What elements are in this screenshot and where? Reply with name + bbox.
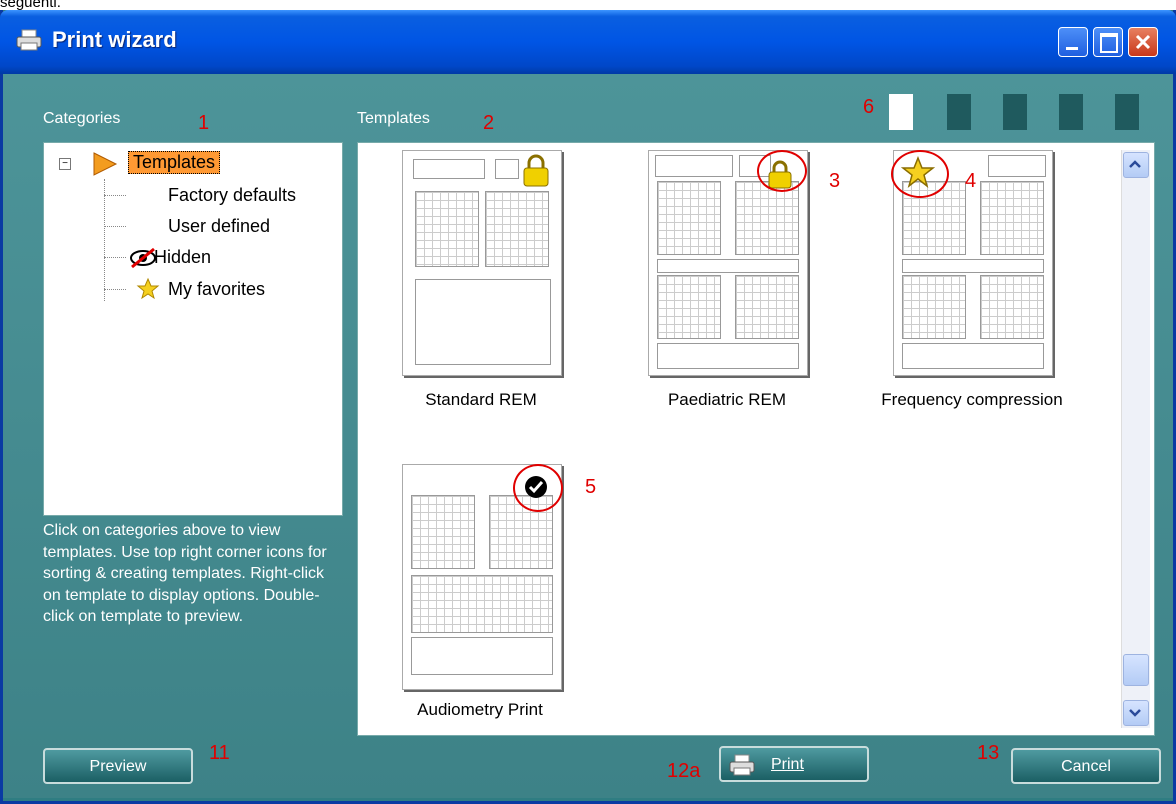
help-text: Click on categories above to view templa… bbox=[43, 522, 327, 625]
close-button[interactable] bbox=[1128, 27, 1158, 57]
thumb-graph bbox=[980, 181, 1044, 255]
annotation-circle-5 bbox=[513, 464, 563, 512]
cancel-button[interactable]: Cancel bbox=[1011, 748, 1161, 784]
tree-item-hidden[interactable]: Hidden bbox=[154, 247, 211, 268]
maximize-icon bbox=[1100, 33, 1118, 53]
sort-template-icon-2[interactable] bbox=[1003, 94, 1027, 130]
thumb-graph bbox=[980, 275, 1044, 339]
sort-template-icon[interactable] bbox=[947, 94, 971, 130]
tree-line bbox=[104, 289, 126, 290]
thumb-header-box bbox=[495, 159, 519, 179]
title-bar[interactable]: Print wizard bbox=[0, 10, 1176, 74]
annotation-3: 3 bbox=[829, 170, 841, 192]
thumb-graph bbox=[485, 191, 549, 267]
templates-scrollbar[interactable] bbox=[1121, 150, 1150, 728]
chevron-down-icon bbox=[1129, 709, 1141, 717]
thumb-graph bbox=[657, 181, 721, 255]
thumb-graph bbox=[735, 181, 799, 255]
annotation-2: 2 bbox=[483, 112, 495, 134]
tree-line bbox=[104, 257, 126, 258]
template-name-audiometry-print[interactable]: Audiometry Print bbox=[385, 700, 575, 720]
lock-icon bbox=[523, 154, 549, 187]
thumb-notes-box bbox=[902, 343, 1044, 369]
thumb-graph bbox=[902, 275, 966, 339]
annotation-5: 5 bbox=[585, 476, 597, 498]
thumb-graph bbox=[415, 191, 479, 267]
categories-label: Categories bbox=[43, 110, 121, 127]
tree-item-factory-defaults[interactable]: Factory defaults bbox=[168, 185, 296, 206]
printer-icon bbox=[16, 29, 42, 51]
template-name-frequency-compression[interactable]: Frequency compression bbox=[855, 390, 1089, 410]
tree-item-my-favorites[interactable]: My favorites bbox=[168, 279, 265, 300]
annotation-circle-4 bbox=[891, 150, 949, 198]
templates-folder-icon bbox=[93, 152, 118, 176]
tree-line bbox=[104, 195, 126, 196]
window-title: Print wizard bbox=[52, 27, 177, 52]
categories-tree: − Templates Factory defaults User define… bbox=[43, 142, 343, 516]
annotation-6: 6 bbox=[863, 96, 875, 118]
annotation-circle-3 bbox=[757, 150, 807, 192]
print-wizard-window: Print wizard Categories 1 Templates 2 6 … bbox=[0, 10, 1176, 804]
thumb-header-box bbox=[655, 155, 733, 177]
client-area: Categories 1 Templates 2 6 − Templates F… bbox=[3, 74, 1173, 798]
close-icon bbox=[1135, 34, 1151, 50]
scroll-down-button[interactable] bbox=[1123, 700, 1149, 726]
scroll-up-button[interactable] bbox=[1123, 152, 1149, 178]
thumb-notes-box bbox=[657, 343, 799, 369]
star-icon bbox=[136, 277, 160, 300]
thumb-header-box bbox=[988, 155, 1046, 177]
tree-line bbox=[104, 226, 126, 227]
tree-item-user-defined[interactable]: User defined bbox=[168, 216, 270, 237]
thumb-graph bbox=[735, 275, 799, 339]
thumb-graph bbox=[657, 275, 721, 339]
sort-template-icon-4[interactable] bbox=[1115, 94, 1139, 130]
annotation-12a: 12a bbox=[667, 760, 701, 782]
thumb-notes-box bbox=[415, 279, 551, 365]
template-name-standard-rem[interactable]: Standard REM bbox=[402, 390, 560, 410]
annotation-13: 13 bbox=[977, 742, 1000, 764]
preview-button[interactable]: Preview bbox=[43, 748, 193, 784]
new-template-icon[interactable] bbox=[889, 94, 913, 130]
scroll-thumb[interactable] bbox=[1123, 654, 1149, 686]
print-button-label: Print bbox=[771, 756, 804, 773]
thumb-notes-box bbox=[411, 637, 553, 675]
annotation-1: 1 bbox=[198, 112, 210, 134]
annotation-4: 4 bbox=[965, 170, 977, 192]
thumb-table bbox=[902, 259, 1044, 273]
sort-template-icon-3[interactable] bbox=[1059, 94, 1083, 130]
template-name-paediatric-rem[interactable]: Paediatric REM bbox=[648, 390, 806, 410]
thumb-graph bbox=[411, 495, 475, 569]
templates-label: Templates bbox=[357, 110, 430, 127]
thumb-header-box bbox=[413, 159, 485, 179]
chevron-up-icon bbox=[1129, 160, 1141, 168]
annotation-11: 11 bbox=[209, 742, 230, 764]
minimize-button[interactable] bbox=[1058, 27, 1088, 57]
tree-item-templates[interactable]: Templates bbox=[128, 151, 221, 174]
tree-line bbox=[104, 179, 105, 301]
collapse-toggle[interactable]: − bbox=[59, 158, 71, 170]
maximize-button[interactable] bbox=[1093, 27, 1123, 57]
minimize-icon bbox=[1066, 47, 1078, 50]
thumb-table bbox=[657, 259, 799, 273]
printer-icon bbox=[729, 754, 755, 776]
print-button[interactable]: Print bbox=[719, 746, 869, 782]
thumb-graph bbox=[411, 575, 553, 633]
